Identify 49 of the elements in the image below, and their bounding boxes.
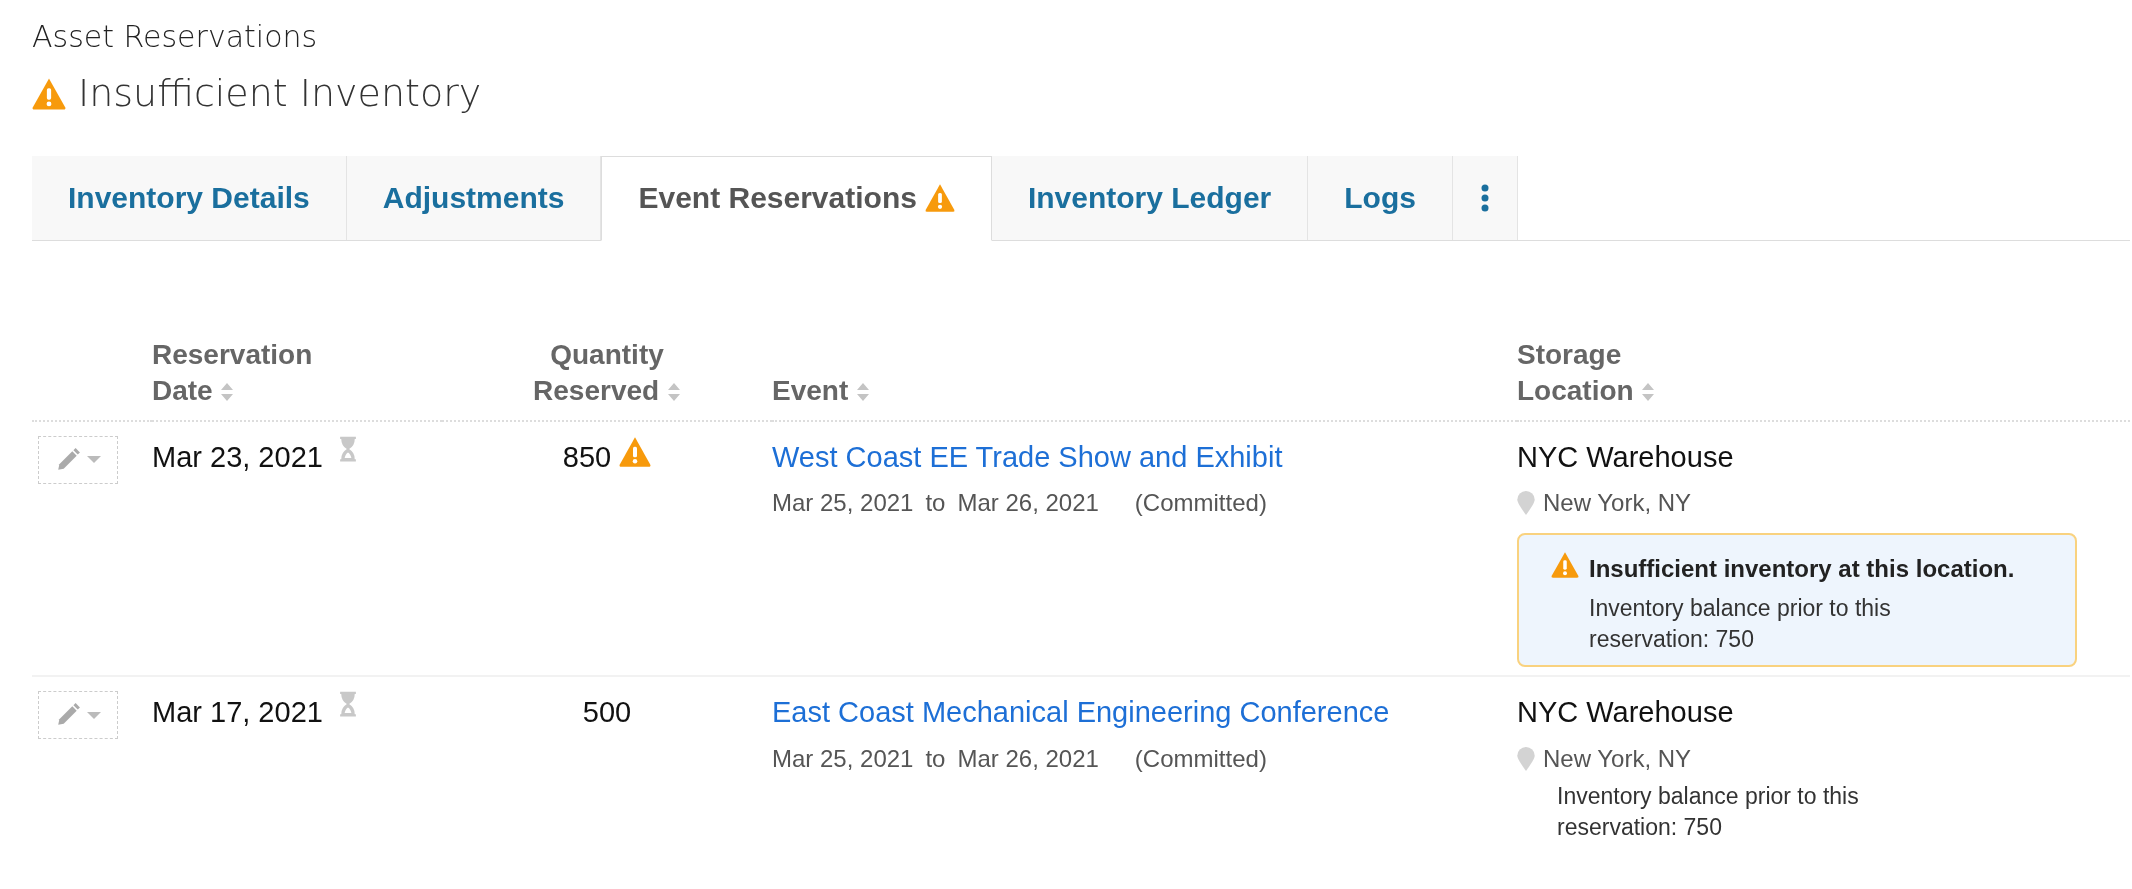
alert-text: Inventory balance prior to this reservation: 750 bbox=[1589, 594, 1892, 655]
quantity-reserved: 500 bbox=[582, 695, 632, 731]
balance-note: Inventory balance prior to this reservation: 750 bbox=[1556, 781, 1860, 842]
event-start-date: Mar 25, 2021 bbox=[772, 488, 914, 519]
page-title: Insufficient Inventory bbox=[78, 70, 482, 117]
storage-city: New York, NY bbox=[1543, 743, 1692, 774]
event-link[interactable]: West Coast EE Trade Show and Exhibit bbox=[772, 440, 1283, 473]
tab[interactable]: Inventory Details bbox=[32, 156, 347, 240]
tab[interactable]: Inventory Ledger bbox=[991, 156, 1309, 240]
hourglass-icon bbox=[338, 691, 357, 718]
tab[interactable]: Adjustments bbox=[346, 156, 602, 240]
event-end-date: Mar 26, 2021 bbox=[957, 743, 1099, 774]
event-status: (Committed) bbox=[1134, 488, 1267, 519]
tab[interactable]: Event Reservations bbox=[601, 156, 992, 241]
hourglass-icon bbox=[338, 435, 357, 462]
sort-icon bbox=[666, 383, 681, 402]
alert-title: Insufficient inventory at this location. bbox=[1589, 554, 2015, 585]
event-end-date: Mar 26, 2021 bbox=[957, 488, 1099, 519]
warning-icon bbox=[924, 182, 955, 213]
reservation-date: Mar 17, 2021 bbox=[152, 695, 323, 731]
date-separator: to bbox=[925, 743, 946, 774]
edit-button[interactable] bbox=[38, 691, 118, 740]
event-status: (Committed) bbox=[1134, 743, 1267, 774]
reservation-date: Mar 23, 2021 bbox=[152, 439, 323, 475]
sort-icon bbox=[220, 383, 235, 402]
quantity-reserved: 850 bbox=[562, 439, 612, 475]
event-link[interactable]: East Coast Mechanical Engineering Conference bbox=[772, 696, 1390, 729]
date-separator: to bbox=[925, 488, 946, 519]
column-header[interactable]: Quantity Reserved bbox=[497, 337, 717, 410]
storage-location: NYC Warehouse bbox=[1517, 695, 1735, 731]
warning-icon bbox=[1551, 551, 1579, 580]
page-subtitle: Asset Reservations bbox=[32, 18, 319, 56]
caret-icon bbox=[87, 456, 101, 464]
storage-location: NYC Warehouse bbox=[1517, 439, 1735, 475]
column-header[interactable]: Reservation Date bbox=[152, 337, 372, 410]
tab[interactable]: Logs bbox=[1308, 156, 1453, 240]
location-pin-icon bbox=[1517, 491, 1535, 516]
column-header[interactable]: Event bbox=[772, 373, 871, 410]
location-pin-icon bbox=[1517, 746, 1535, 771]
storage-city: New York, NY bbox=[1543, 488, 1692, 519]
column-header[interactable]: Storage Location bbox=[1517, 337, 1737, 410]
edit-button[interactable] bbox=[38, 435, 118, 484]
caret-icon bbox=[87, 711, 101, 719]
kebab-menu-icon bbox=[1480, 184, 1489, 212]
sort-icon bbox=[1641, 383, 1656, 402]
pencil-icon bbox=[55, 446, 81, 473]
sort-icon bbox=[856, 383, 871, 402]
event-start-date: Mar 25, 2021 bbox=[772, 743, 914, 774]
more-tab[interactable] bbox=[1452, 156, 1518, 240]
